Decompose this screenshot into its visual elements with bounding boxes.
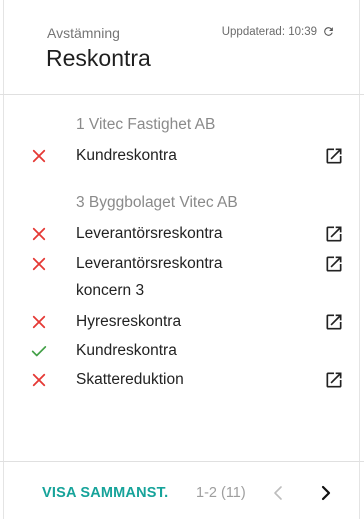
reskontra-card: Avstämning Uppdaterad: 10:39 Reskontra 1…: [0, 0, 364, 519]
list-item[interactable]: Kundreskontra: [0, 144, 364, 168]
card-footer: VISA SAMMANST. 1-2 (11): [0, 461, 364, 519]
list-item[interactable]: Kundreskontra: [0, 339, 364, 363]
item-label: Hyresreskontra: [76, 313, 182, 330]
open-in-new-icon[interactable]: [324, 370, 344, 390]
item-label: Skattereduktion: [76, 371, 184, 388]
card-overline: Avstämning: [47, 25, 120, 41]
chevron-right-icon[interactable]: [319, 484, 333, 502]
list-item[interactable]: Skattereduktion: [0, 368, 364, 392]
item-label: Kundreskontra: [76, 147, 177, 164]
item-label-line2: koncern 3: [76, 282, 145, 299]
open-in-new-icon[interactable]: [324, 312, 344, 332]
company-heading: 3 Byggbolaget Vitec AB: [76, 194, 238, 211]
item-label: Kundreskontra: [76, 342, 177, 359]
pagination-info: 1-2 (11): [196, 485, 246, 501]
close-x-icon: [32, 373, 46, 387]
open-in-new-icon[interactable]: [324, 254, 344, 274]
card-header: Avstämning Uppdaterad: 10:39 Reskontra: [0, 0, 364, 95]
checkmark-icon: [31, 346, 47, 357]
updated-time: Uppdaterad: 10:39: [221, 25, 317, 38]
show-summary-button[interactable]: VISA SAMMANST.: [42, 485, 168, 501]
refresh-icon[interactable]: [322, 25, 335, 38]
close-x-icon: [32, 315, 46, 329]
item-label-multiline: Leverantörsreskontra koncern 3: [76, 250, 222, 304]
close-x-icon: [32, 227, 46, 241]
close-x-icon: [32, 257, 46, 271]
chevron-left-icon[interactable]: [271, 484, 285, 502]
close-x-icon: [32, 149, 46, 163]
card-title: Reskontra: [46, 45, 151, 71]
open-in-new-icon[interactable]: [324, 146, 344, 166]
list-item[interactable]: Hyresreskontra: [0, 310, 364, 334]
item-label-line1: Leverantörsreskontra: [76, 255, 223, 272]
open-in-new-icon[interactable]: [324, 224, 344, 244]
item-label: Leverantörsreskontra: [76, 225, 223, 242]
company-heading: 1 Vitec Fastighet AB: [76, 116, 216, 133]
updated-status: Uppdaterad: 10:39: [222, 25, 335, 38]
list-item[interactable]: Leverantörsreskontra: [0, 222, 364, 246]
list-item[interactable]: Leverantörsreskontra koncern 3: [0, 252, 364, 306]
